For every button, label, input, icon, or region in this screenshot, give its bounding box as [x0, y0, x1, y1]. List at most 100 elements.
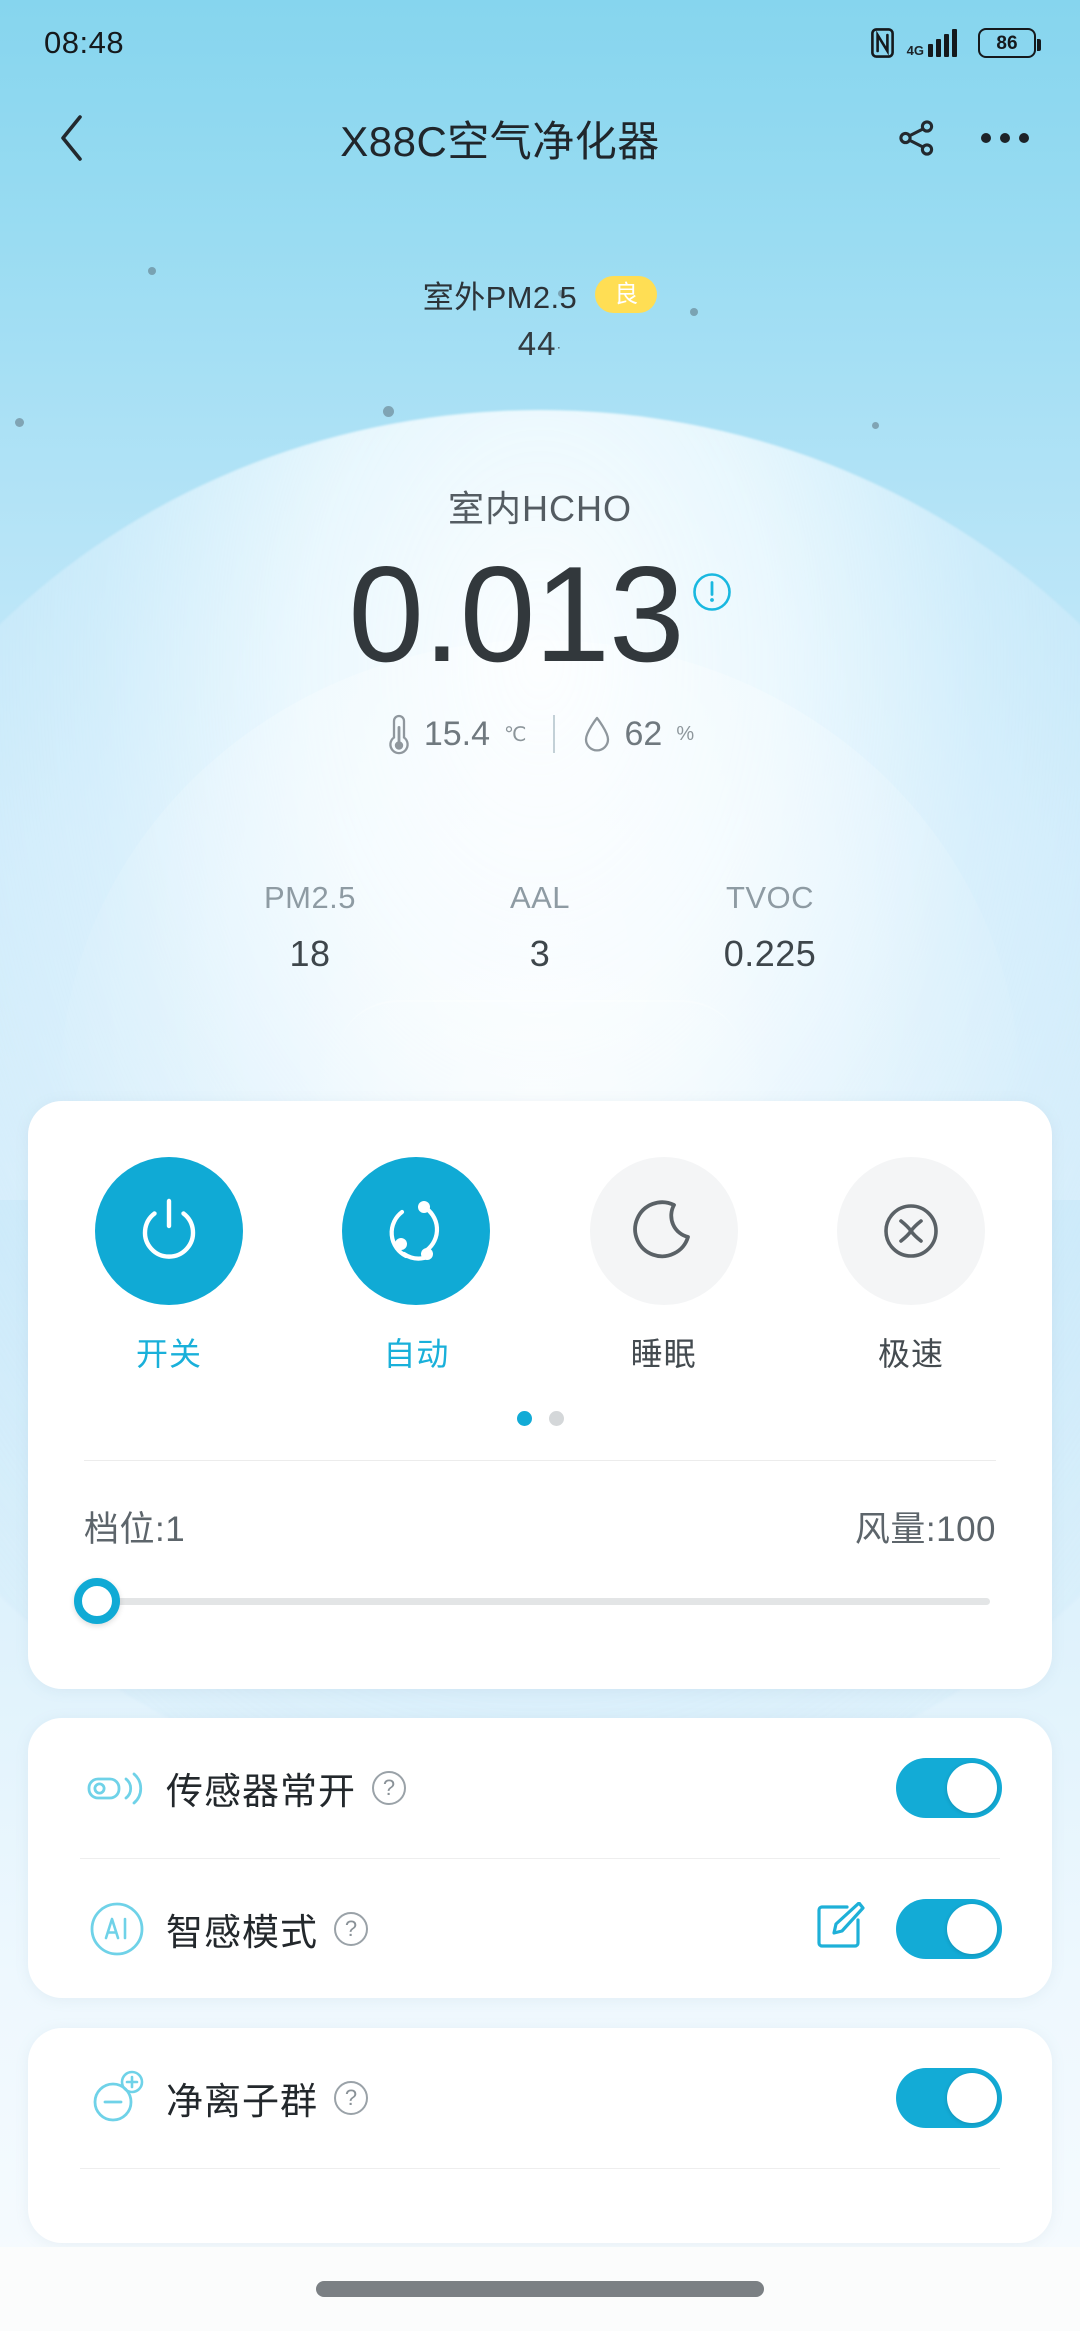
- gear-airflow-row: 档位:1 风量:100: [28, 1461, 1052, 1552]
- setting-label: 智感模式: [166, 1912, 318, 1953]
- share-button[interactable]: [888, 109, 946, 167]
- setting-label: 净离子群: [166, 2081, 318, 2122]
- slider-thumb[interactable]: [74, 1578, 120, 1624]
- more-options-icon: [981, 133, 1029, 143]
- toggle-knob: [947, 1904, 997, 1954]
- indoor-value: 0.013: [348, 538, 684, 690]
- mode-circle: [342, 1157, 491, 1305]
- humidity-unit: %: [676, 722, 695, 745]
- home-indicator[interactable]: [316, 2281, 764, 2297]
- outdoor-header-row: 室外PM2.5 良: [422, 272, 658, 317]
- mode-buttons: 开关 自动 睡眠 极速: [28, 1101, 1052, 1375]
- edit-pencil-icon: [817, 1900, 865, 1948]
- moon-icon: [632, 1200, 690, 1259]
- humidity-droplet-icon: [584, 717, 609, 752]
- fan-speed-slider[interactable]: [28, 1552, 1052, 1624]
- indoor-warning-button[interactable]: [692, 572, 732, 617]
- indoor-reading: 室内HCHO 0.013 15.4 ℃ 62 %: [0, 480, 1080, 756]
- airflow-label: 风量:100: [854, 1510, 996, 1549]
- dust-particle: [872, 422, 879, 429]
- mode-circle: [589, 1157, 738, 1305]
- temperature-readout: 15.4 ℃: [386, 712, 527, 756]
- mode-label: 自动: [383, 1336, 450, 1372]
- nfc-icon: [870, 28, 894, 58]
- help-question-icon[interactable]: ?: [334, 2081, 368, 2115]
- outdoor-value: 44: [517, 325, 557, 362]
- toggle-knob: [947, 2073, 997, 2123]
- mode-button-power[interactable]: 开关: [86, 1157, 252, 1375]
- metrics-row: PM2.5 18 AAL 3 TVOC 0.225: [0, 880, 1080, 975]
- setting-row-sensor[interactable]: 传感器常开 ?: [28, 1718, 1052, 1858]
- battery-level: 86: [996, 32, 1018, 54]
- metric-item[interactable]: TVOC 0.225: [655, 880, 885, 975]
- help-question-icon[interactable]: ?: [372, 1771, 406, 1805]
- status-time: 08:48: [44, 25, 125, 60]
- metric-label: PM2.5: [263, 880, 357, 915]
- row-divider: [80, 2168, 1000, 2169]
- readout-divider: [552, 715, 555, 754]
- pagination-dot[interactable]: [516, 1411, 532, 1426]
- indoor-label: 室内HCHO: [448, 488, 632, 529]
- temperature-value: 15.4: [423, 714, 491, 753]
- mode-button-turbo[interactable]: 极速: [828, 1157, 994, 1375]
- dust-particle: [383, 406, 394, 417]
- mode-label: 开关: [135, 1336, 202, 1372]
- back-chevron-icon: [61, 115, 82, 161]
- alert-circle-icon: [692, 573, 731, 611]
- mode-button-sleep[interactable]: 睡眠: [581, 1157, 747, 1375]
- dust-particle: [15, 418, 24, 427]
- power-icon: [142, 1198, 196, 1259]
- ion-toggle[interactable]: [896, 2068, 1002, 2128]
- trow-icon-wrap: [80, 1900, 154, 1958]
- back-button[interactable]: [42, 108, 102, 168]
- outdoor-air-quality[interactable]: 室外PM2.5 良 44·: [0, 272, 1080, 363]
- mode-pagination[interactable]: [28, 1411, 1052, 1426]
- phone-screen: 08:48 4G 86 X88C空气净化器 室外PM2.5 良 44· 室内HC…: [0, 0, 1080, 2331]
- indoor-value-row: 0.013: [348, 538, 731, 690]
- ion-card: 净离子群 ?: [28, 2028, 1052, 2243]
- ion-cluster-icon: [93, 2070, 144, 2122]
- metric-label: AAL: [509, 880, 571, 915]
- outdoor-quality-badge: 良: [595, 275, 658, 314]
- sensor-signal-icon: [87, 1772, 143, 1805]
- metric-item[interactable]: AAL 3: [425, 880, 655, 975]
- outdoor-value-wrap: 44·: [517, 325, 563, 362]
- metric-label: TVOC: [725, 880, 815, 915]
- app-bar: X88C空气净化器: [0, 88, 1080, 188]
- settings-card: 传感器常开 ? 智感模式 ?: [28, 1718, 1052, 1998]
- control-card: 开关 自动 睡眠 极速 档位:1 风量:100: [28, 1101, 1052, 1689]
- mode-label: 极速: [877, 1336, 944, 1372]
- ai-circle-icon: [90, 1902, 144, 1956]
- more-options-button[interactable]: [976, 109, 1034, 167]
- slider-track[interactable]: [104, 1598, 990, 1605]
- metric-value: 0.225: [723, 933, 817, 974]
- setting-row-ion[interactable]: 净离子群 ?: [28, 2028, 1052, 2168]
- mode-circle: [95, 1157, 243, 1305]
- sensor-toggle[interactable]: [896, 1758, 1002, 1818]
- trow-icon-wrap: [80, 2069, 154, 2127]
- humidity-value: 62: [624, 714, 663, 753]
- metric-value: 3: [529, 933, 551, 974]
- battery-icon: 86: [978, 28, 1041, 58]
- metric-item[interactable]: PM2.5 18: [195, 880, 425, 975]
- help-question-icon[interactable]: ?: [334, 1912, 368, 1946]
- pagination-dot[interactable]: [548, 1411, 564, 1426]
- signal-bars-icon: 4G: [907, 29, 965, 57]
- signal-network-label: 4G: [906, 43, 924, 58]
- thermometer-icon: [389, 715, 409, 755]
- page-title: X88C空气净化器: [340, 117, 660, 165]
- app-bar-actions: [888, 109, 1038, 167]
- humidity-readout: 62 %: [581, 714, 695, 754]
- share-icon: [899, 120, 934, 156]
- setting-label: 传感器常开: [166, 1771, 356, 1812]
- temperature-humidity-row: 15.4 ℃ 62 %: [386, 712, 694, 756]
- mode-button-auto[interactable]: 自动: [333, 1157, 499, 1375]
- ai-mode-toggle[interactable]: [896, 1899, 1002, 1959]
- edit-ai-mode-button[interactable]: [816, 1900, 866, 1957]
- status-icons: 4G 86: [870, 28, 1041, 58]
- trow-icon-wrap: [80, 1766, 154, 1810]
- setting-row-ai-mode[interactable]: 智感模式 ?: [28, 1859, 1052, 1999]
- outdoor-label: 室外PM2.5: [422, 280, 578, 315]
- metric-value: 18: [289, 933, 331, 974]
- system-nav-bar: [0, 2247, 1080, 2331]
